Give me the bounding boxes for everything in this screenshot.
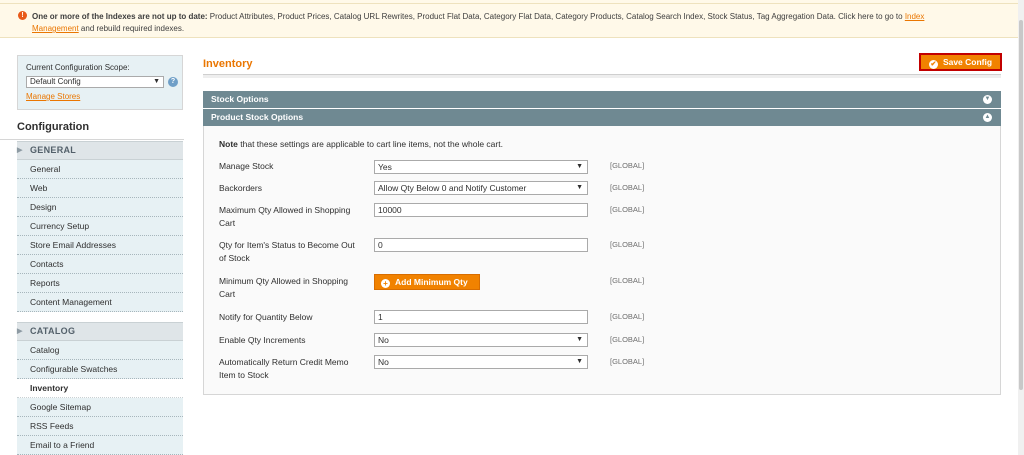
help-icon[interactable]: ?	[168, 77, 178, 87]
vertical-scrollbar[interactable]	[1018, 0, 1024, 455]
sidebar-item-inventory[interactable]: Inventory	[17, 379, 183, 398]
nav-group-general: ▶ GENERAL General Web Design Currency Set…	[17, 141, 183, 312]
scope-tag: [GLOBAL]	[610, 161, 645, 170]
select-value: No	[378, 335, 389, 345]
expand-icon[interactable]: ▼	[983, 95, 992, 104]
notice-tail: and rebuild required indexes.	[78, 24, 185, 33]
note-text: that these settings are applicable to ca…	[237, 139, 503, 149]
sidebar-item-configurable-swatches[interactable]: Configurable Swatches	[17, 360, 183, 379]
notice-text: One or more of the Indexes are not up to…	[18, 11, 1018, 35]
notice-bold: One or more of the Indexes are not up to…	[32, 12, 208, 21]
nav-group-catalog: ▶ CATALOG Catalog Configurable Swatches I…	[17, 322, 183, 455]
check-icon: ✔	[928, 60, 938, 69]
sidebar-divider	[0, 139, 184, 140]
sidebar-item-google-sitemap[interactable]: Google Sitemap	[17, 398, 183, 417]
select-value: Yes	[378, 162, 392, 172]
section-title: Product Stock Options	[211, 112, 304, 122]
label-credit-memo-return: Automatically Return Credit Memo Item to…	[219, 357, 349, 380]
scope-select[interactable]: Default Config ▼	[26, 76, 164, 88]
title-divider	[203, 74, 1001, 78]
warning-icon: !	[18, 11, 27, 20]
notice-body: Product Attributes, Product Prices, Cata…	[207, 12, 905, 21]
scope-tag: [GLOBAL]	[610, 183, 645, 192]
save-config-button[interactable]: ✔ Save Config	[919, 53, 1002, 71]
chevron-down-icon: ▼	[576, 184, 583, 191]
sidebar-item-catalog[interactable]: Catalog	[17, 341, 183, 360]
plus-icon: +	[381, 279, 390, 288]
label-notify-below: Notify for Quantity Below	[219, 312, 313, 322]
scope-switcher: Current Configuration Scope: Default Con…	[17, 55, 183, 110]
sidebar-item-reports[interactable]: Reports	[17, 274, 183, 293]
sidebar-item-rss-feeds[interactable]: RSS Feeds	[17, 417, 183, 436]
section-stock-options[interactable]: Stock Options ▼	[203, 91, 1001, 108]
index-notice: ! One or more of the Indexes are not up …	[0, 4, 1018, 38]
credit-memo-return-select[interactable]: No ▼	[374, 355, 588, 369]
manage-stores-link[interactable]: Manage Stores	[26, 92, 80, 101]
chevron-down-icon: ▼	[153, 78, 160, 85]
collapse-icon[interactable]: ▲	[983, 113, 992, 122]
label-min-qty: Minimum Qty Allowed in Shopping Cart	[219, 276, 348, 299]
select-value: No	[378, 357, 389, 367]
label-out-of-stock-qty: Qty for Item's Status to Become Out of S…	[219, 240, 355, 263]
qty-increments-select[interactable]: No ▼	[374, 333, 588, 347]
label-backorders: Backorders	[219, 183, 262, 193]
scope-label: Current Configuration Scope:	[26, 63, 130, 72]
note-bold: Note	[219, 139, 238, 149]
out-of-stock-qty-input[interactable]: 0	[374, 238, 588, 252]
sidebar-item-store-email[interactable]: Store Email Addresses	[17, 236, 183, 255]
manage-stock-select[interactable]: Yes ▼	[374, 160, 588, 174]
sidebar-item-email-friend[interactable]: Email to a Friend	[17, 436, 183, 455]
sidebar-item-web[interactable]: Web	[17, 179, 183, 198]
add-minimum-qty-button[interactable]: + Add Minimum Qty	[374, 274, 480, 290]
scope-select-value: Default Config	[30, 77, 81, 86]
configuration-title: Configuration	[17, 121, 90, 133]
scope-tag: [GLOBAL]	[610, 357, 645, 366]
sidebar-item-general[interactable]: General	[17, 160, 183, 179]
scrollbar-thumb[interactable]	[1019, 20, 1023, 390]
product-stock-options-body: Note that these settings are applicable …	[203, 126, 1001, 395]
section-title: Stock Options	[211, 94, 269, 104]
notify-qty-below-input[interactable]: 1	[374, 310, 588, 324]
backorders-select[interactable]: Allow Qty Below 0 and Notify Customer ▼	[374, 181, 588, 195]
group-name: CATALOG	[30, 326, 76, 336]
triangle-right-icon: ▶	[17, 147, 23, 154]
index-management-link-2[interactable]: Management	[32, 24, 79, 33]
save-config-label: Save Config	[942, 57, 993, 67]
cart-note: Note that these settings are applicable …	[219, 139, 503, 149]
scope-tag: [GLOBAL]	[610, 205, 645, 214]
label-manage-stock: Manage Stock	[219, 161, 274, 171]
sidebar-item-currency-setup[interactable]: Currency Setup	[17, 217, 183, 236]
group-name: GENERAL	[30, 145, 77, 155]
scope-tag: [GLOBAL]	[610, 240, 645, 249]
scope-tag: [GLOBAL]	[610, 312, 645, 321]
sidebar-item-contacts[interactable]: Contacts	[17, 255, 183, 274]
scope-tag: [GLOBAL]	[610, 335, 645, 344]
max-qty-input[interactable]: 10000	[374, 203, 588, 217]
select-value: Allow Qty Below 0 and Notify Customer	[378, 183, 527, 193]
label-qty-increments: Enable Qty Increments	[219, 335, 306, 345]
sidebar-item-design[interactable]: Design	[17, 198, 183, 217]
label-max-qty: Maximum Qty Allowed in Shopping Cart	[219, 205, 351, 228]
add-minimum-qty-label: Add Minimum Qty	[395, 277, 468, 287]
page-title: Inventory	[203, 58, 253, 70]
nav-group-header-catalog[interactable]: ▶ CATALOG	[17, 322, 183, 341]
sidebar-item-content-management[interactable]: Content Management	[17, 293, 183, 312]
scope-tag: [GLOBAL]	[610, 276, 645, 285]
triangle-right-icon: ▶	[17, 328, 23, 335]
index-management-link[interactable]: Index	[905, 12, 925, 21]
section-product-stock-options[interactable]: Product Stock Options ▲	[203, 109, 1001, 126]
chevron-down-icon: ▼	[576, 336, 583, 343]
chevron-down-icon: ▼	[576, 163, 583, 170]
chevron-down-icon: ▼	[576, 358, 583, 365]
nav-group-header-general[interactable]: ▶ GENERAL	[17, 141, 183, 160]
